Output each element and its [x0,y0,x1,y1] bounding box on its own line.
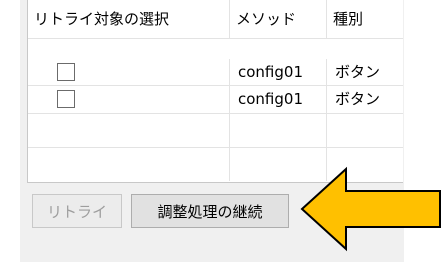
column-header-method[interactable]: メソッド [230,0,327,38]
column-header-type[interactable]: 種別 [327,0,403,38]
type-cell: ボタン [335,63,381,81]
retry-checkbox[interactable] [57,63,75,81]
table-row[interactable]: config01 ボタン [28,86,403,114]
table-header-row: リトライ対象の選択 メソッド 種別 [28,0,403,39]
arrow-left-icon [300,166,441,252]
retry-button[interactable]: リトライ [32,194,122,228]
method-cell: config01 [230,86,327,113]
retry-table: リトライ対象の選択 メソッド 種別 config01 ボタン config01 … [27,0,403,183]
window-left-edge [0,0,21,262]
empty-cell [230,114,327,147]
column-header-retry-select[interactable]: リトライ対象の選択 [28,0,230,38]
method-cell: config01 [230,59,327,85]
table-row-empty [28,114,403,148]
table-row[interactable]: config01 ボタン [28,59,403,86]
empty-cell [28,114,230,147]
retry-select-cell [28,86,230,113]
retry-select-cell [28,59,230,85]
continue-adjustment-button[interactable]: 調整処理の継続 [131,194,289,228]
empty-cell [327,114,403,147]
empty-cell [28,148,230,181]
type-cell: ボタン [335,90,381,108]
retry-checkbox[interactable] [57,90,75,108]
